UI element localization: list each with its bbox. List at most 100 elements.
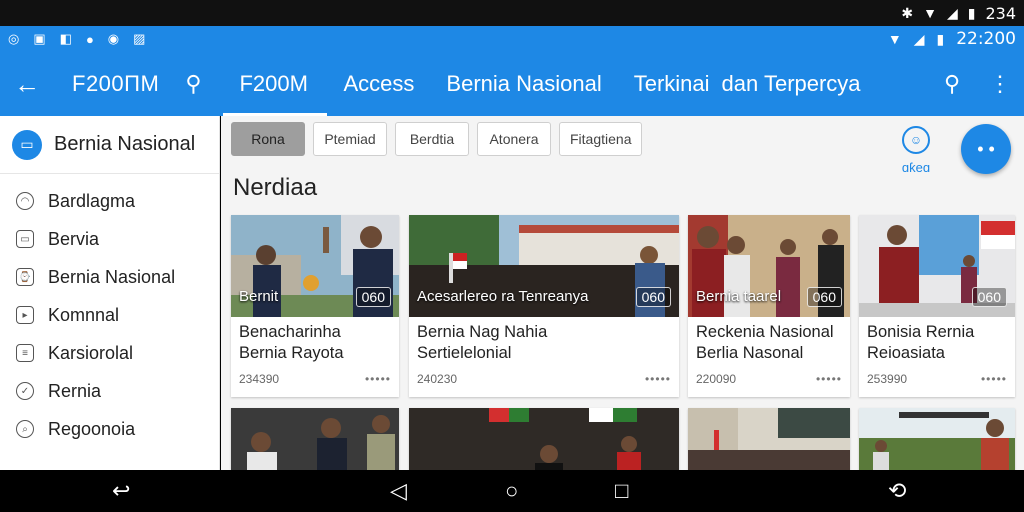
video-thumbnail[interactable]: Bernia taarel 060 bbox=[688, 215, 850, 317]
chip-rona[interactable]: Rona bbox=[231, 122, 305, 156]
profile-button[interactable]: ☺ ɑƙeɑ bbox=[893, 126, 939, 175]
back-triangle-icon[interactable]: ◁ bbox=[390, 478, 407, 504]
more-vert-icon[interactable]: ⋮ bbox=[976, 71, 1024, 97]
thumbnail-image bbox=[859, 408, 1015, 470]
tv-icon: ▭ bbox=[16, 230, 34, 248]
card-title: Reckenia Nasional Berlia Nasonal bbox=[696, 323, 834, 362]
card-meta: 234390 ••••• bbox=[239, 372, 391, 386]
dots-icon: • • bbox=[977, 138, 995, 159]
more-dots-icon[interactable]: ••••• bbox=[981, 372, 1007, 386]
thumbnail-image bbox=[409, 408, 679, 470]
tab-access[interactable]: Access bbox=[327, 52, 430, 116]
video-card[interactable]: 060 Bonisia Rernia Reioasiata 253990 ••••… bbox=[859, 215, 1015, 397]
thumbnail-image bbox=[231, 408, 399, 470]
video-icon: ◧ bbox=[59, 31, 72, 46]
duration-badge: 060 bbox=[971, 287, 1007, 307]
video-card[interactable] bbox=[231, 408, 399, 470]
video-card[interactable]: Bernit 060 Benacharinha Bernia Rayota 23… bbox=[231, 215, 399, 397]
thumbnail-caption: Bernit bbox=[239, 288, 279, 305]
drawer-item-bervia[interactable]: ▭ Bervia bbox=[0, 220, 219, 258]
video-card[interactable] bbox=[409, 408, 679, 470]
drawer-title: Bernia Nasional bbox=[54, 133, 196, 155]
chip-fitagtiena[interactable]: Fitagtiena bbox=[559, 122, 643, 156]
more-dots-icon[interactable]: ••••• bbox=[645, 372, 671, 386]
thumbnail-caption: Bernia taarel bbox=[696, 288, 782, 305]
compass-icon: ◠ bbox=[16, 192, 34, 210]
tab-f200m[interactable]: F200M bbox=[223, 52, 328, 116]
tab-dan-terpercya[interactable]: dan Terpercya bbox=[714, 52, 877, 116]
video-thumbnail[interactable] bbox=[859, 408, 1015, 470]
card-title: Bonisia Rernia Reioasiata bbox=[867, 323, 975, 362]
video-card[interactable]: Acesarlereo ra Tenreanya 060 Bernia Nag … bbox=[409, 215, 679, 397]
drawer-item-regoonoia[interactable]: ⌕ Regoonoia bbox=[0, 410, 219, 448]
duration-badge: 060 bbox=[355, 287, 391, 307]
app-title: F200ΠM bbox=[72, 71, 160, 96]
chip-berdtia[interactable]: Berdtia bbox=[395, 122, 469, 156]
message-icon: ▸ bbox=[16, 306, 34, 324]
wifi-icon: ▼ bbox=[923, 5, 937, 21]
video-card[interactable] bbox=[688, 408, 850, 470]
signal-icon: ◢ bbox=[913, 30, 925, 47]
gallery-icon: ▣ bbox=[33, 31, 46, 46]
more-dots-icon[interactable]: ••••• bbox=[816, 372, 842, 386]
main-content: Rona Ptemiad Berdtia Atonera Fitagtiena … bbox=[221, 116, 1024, 470]
drawer-item-bernia-nasional[interactable]: ⌚ Bernia Nasional bbox=[0, 258, 219, 296]
video-thumbnail[interactable] bbox=[409, 408, 679, 470]
drawer-menu: ◠ Bardlagma ▭ Bervia ⌚ Bernia Nasional ▸ Kom… bbox=[0, 174, 219, 448]
status-bar: ◎ ▣ ◧ ● ◉ ▨ ▼ ◢ ▮ 22:200 bbox=[0, 26, 1024, 52]
system-clock: 234 bbox=[985, 3, 1016, 23]
video-card[interactable]: Bernia taarel 060 Reckenia Nasional Berl… bbox=[688, 215, 850, 397]
video-thumbnail[interactable] bbox=[688, 408, 850, 470]
chip-ptemiad[interactable]: Ptemiad bbox=[313, 122, 387, 156]
system-nav-bar: ↩ ◁ ○ □ ⟲ bbox=[0, 470, 1024, 512]
battery-icon: ▮ bbox=[967, 4, 976, 21]
drawer-item-karsiorolal[interactable]: ≡ Karsiorolal bbox=[0, 334, 219, 372]
search-icon[interactable]: ⚲ bbox=[185, 71, 201, 97]
video-thumbnail[interactable]: 060 bbox=[859, 215, 1015, 317]
home-circle-icon[interactable]: ○ bbox=[505, 478, 518, 504]
recents-square-icon[interactable]: □ bbox=[615, 478, 628, 504]
thumbnail-caption: Acesarlereo ra Tenreanya bbox=[417, 288, 589, 305]
notification-icon: ◎ bbox=[8, 31, 20, 46]
duration-badge: 060 bbox=[635, 287, 671, 307]
search-icon[interactable]: ⚲ bbox=[928, 71, 976, 97]
fab-button[interactable]: • • bbox=[961, 124, 1011, 174]
back-arrow-icon[interactable]: ← bbox=[0, 69, 54, 100]
chat-bubble-icon: ▭ bbox=[12, 129, 42, 160]
card-meta: 220090 ••••• bbox=[696, 372, 842, 386]
drawer-item-komnnal[interactable]: ▸ Komnnal bbox=[0, 296, 219, 334]
video-thumbnail[interactable]: Acesarlereo ra Tenreanya 060 bbox=[409, 215, 679, 317]
tab-bernia-nasional[interactable]: Bernia Nasional bbox=[430, 52, 617, 116]
card-title: Benacharinha Bernia Rayota bbox=[239, 323, 344, 362]
video-thumbnail[interactable]: Bernit 060 bbox=[231, 215, 399, 317]
chat-icon: ◉ bbox=[107, 31, 120, 46]
more-dots-icon[interactable]: ••••• bbox=[365, 372, 391, 386]
video-card[interactable] bbox=[859, 408, 1015, 470]
bluetooth-icon: ✱ bbox=[901, 4, 914, 21]
drawer-item-bardlagma[interactable]: ◠ Bardlagma bbox=[0, 182, 219, 220]
status-clock: 22:200 bbox=[956, 29, 1016, 49]
face-icon: ☺ bbox=[902, 126, 930, 154]
app-bar: ← F200ΠM ⚲ F200M Access Bernia Nasional … bbox=[0, 52, 1024, 116]
back-nav-icon[interactable]: ↩ bbox=[112, 478, 130, 504]
drawer-item-rernia[interactable]: ✓ Rernia bbox=[0, 372, 219, 410]
dot-icon: ● bbox=[85, 31, 94, 47]
card-meta: 240230 ••••• bbox=[417, 372, 671, 386]
thumbnail-image bbox=[688, 408, 850, 470]
tab-terkinai[interactable]: Terkinai bbox=[618, 52, 714, 116]
filter-chips: Rona Ptemiad Berdtia Atonera Fitagtiena bbox=[231, 122, 643, 156]
share-icon[interactable]: ⟲ bbox=[888, 478, 906, 504]
chip-atonera[interactable]: Atonera bbox=[477, 122, 551, 156]
signal-icon: ◢ bbox=[946, 4, 958, 21]
image-icon: ▨ bbox=[133, 31, 146, 46]
video-thumbnail[interactable] bbox=[231, 408, 399, 470]
section-title: Nerdiaa bbox=[233, 174, 318, 201]
card-title: Bernia Nag Nahia Sertielelonial bbox=[417, 323, 548, 362]
wifi-icon: ▼ bbox=[887, 31, 902, 47]
card-meta: 253990 ••••• bbox=[867, 372, 1007, 386]
profile-label: ɑƙeɑ bbox=[901, 160, 931, 175]
battery-icon: ▮ bbox=[936, 30, 945, 47]
navigation-drawer: ▭ Bernia Nasional ◠ Bardlagma ▭ Bervia ⌚ Be… bbox=[0, 116, 220, 470]
system-top-bar: ✱ ▼ ◢ ▮ 234 bbox=[0, 0, 1024, 26]
duration-badge: 060 bbox=[806, 287, 842, 307]
